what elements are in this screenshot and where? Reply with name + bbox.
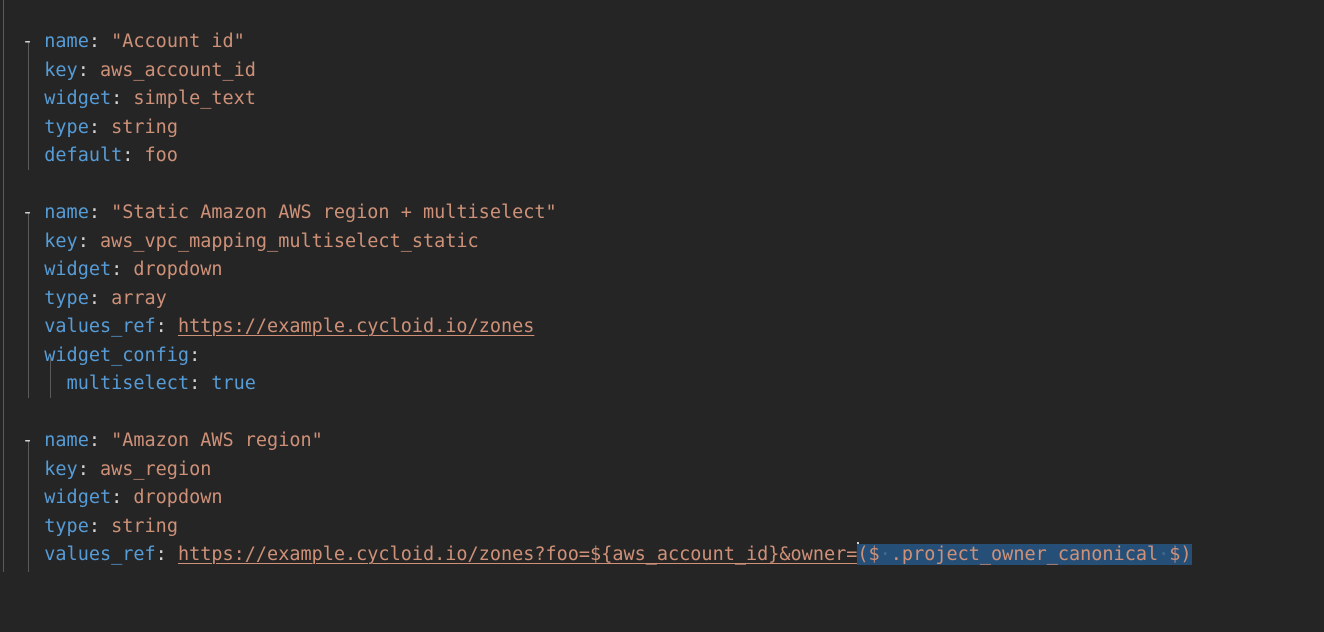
yaml-value: "Static Amazon AWS region + multiselect": [111, 202, 557, 223]
colon: :: [77, 230, 89, 252]
colon: :: [111, 487, 123, 508]
colon: :: [88, 430, 100, 451]
space-dot: ·: [1158, 544, 1170, 565]
code-line[interactable]: multiselect: true: [0, 370, 1324, 399]
yaml-key: key: [44, 458, 78, 480]
code-editor[interactable]: - name: "Account id" key: aws_account_id…: [0, 0, 1324, 632]
yaml-key: key: [44, 59, 78, 81]
colon: :: [111, 88, 123, 109]
colon: :: [88, 31, 100, 52]
colon: :: [189, 344, 201, 366]
yaml-key: values_ref: [44, 316, 156, 337]
colon: :: [77, 59, 89, 81]
yaml-key: name: [44, 31, 89, 52]
yaml-boolean-value: true: [211, 373, 256, 394]
colon: :: [88, 515, 100, 537]
selection-body: .project_owner_canonical: [890, 544, 1159, 565]
colon: :: [155, 544, 167, 565]
code-line[interactable]: widget_config:: [0, 342, 1324, 371]
yaml-key: widget: [44, 88, 112, 109]
selection-open-delim: ($: [857, 544, 880, 565]
yaml-value: dropdown: [133, 259, 223, 280]
code-line[interactable]: widget: dropdown: [0, 484, 1324, 513]
colon: :: [189, 373, 201, 394]
code-line[interactable]: key: aws_region: [0, 456, 1324, 485]
yaml-key: type: [44, 287, 89, 309]
values-ref-link[interactable]: https://example.cycloid.io/zones: [178, 316, 534, 337]
yaml-value: string: [111, 116, 178, 138]
blank-line[interactable]: [0, 171, 1324, 200]
code-lines[interactable]: - name: "Account id" key: aws_account_id…: [0, 28, 1324, 570]
yaml-value: simple_text: [133, 88, 256, 109]
colon: :: [111, 259, 123, 280]
code-line[interactable]: - name: "Static Amazon AWS region + mult…: [0, 199, 1324, 228]
colon: :: [122, 145, 134, 166]
code-line[interactable]: key: aws_vpc_mapping_multiselect_static: [0, 228, 1324, 257]
code-line[interactable]: default: foo: [0, 142, 1324, 171]
yaml-value: array: [111, 287, 167, 309]
yaml-value: "Account id": [111, 31, 245, 52]
yaml-value: foo: [144, 145, 178, 166]
blank-line[interactable]: [0, 399, 1324, 428]
list-dash: -: [22, 202, 34, 223]
yaml-value: "Amazon AWS region": [111, 430, 323, 451]
yaml-key: default: [44, 145, 123, 166]
list-dash: -: [22, 31, 34, 52]
yaml-key: type: [44, 515, 89, 537]
code-line[interactable]: widget: simple_text: [0, 85, 1324, 114]
selection-close-delim: $): [1169, 544, 1192, 565]
code-line[interactable]: values_ref: https://example.cycloid.io/z…: [0, 313, 1324, 342]
yaml-key: widget: [44, 487, 112, 508]
space-dot: ·: [879, 544, 891, 565]
code-line[interactable]: type: string: [0, 513, 1324, 542]
selected-text[interactable]: ($·.project_owner_canonical·$): [857, 544, 1192, 565]
colon: :: [88, 116, 100, 138]
yaml-value: aws_region: [99, 458, 212, 480]
yaml-value: aws_account_id: [99, 59, 256, 81]
yaml-key: values_ref: [44, 544, 156, 565]
code-line[interactable]: widget: dropdown: [0, 256, 1324, 285]
yaml-key: key: [44, 230, 78, 252]
code-line[interactable]: type: string: [0, 114, 1324, 143]
yaml-key: widget: [44, 259, 112, 280]
code-line-with-selection[interactable]: values_ref: https://example.cycloid.io/z…: [0, 541, 1324, 570]
code-line[interactable]: key: aws_account_id: [0, 57, 1324, 86]
yaml-key: name: [44, 430, 89, 451]
yaml-value: dropdown: [133, 487, 223, 508]
colon: :: [88, 287, 100, 309]
colon: :: [77, 458, 89, 480]
values-ref-link[interactable]: https://example.cycloid.io/zones?foo=${a…: [178, 544, 857, 565]
code-line[interactable]: - name: "Account id": [0, 28, 1324, 57]
colon: :: [155, 316, 167, 337]
list-dash: -: [22, 430, 34, 451]
colon: :: [88, 202, 100, 223]
yaml-key: name: [44, 202, 89, 223]
yaml-key: multiselect: [66, 373, 190, 394]
code-line[interactable]: - name: "Amazon AWS region": [0, 427, 1324, 456]
yaml-key: type: [44, 116, 89, 138]
yaml-value: aws_vpc_mapping_multiselect_static: [99, 230, 479, 252]
code-line[interactable]: type: array: [0, 285, 1324, 314]
yaml-key: widget_config: [44, 344, 190, 366]
yaml-value: string: [111, 515, 178, 537]
